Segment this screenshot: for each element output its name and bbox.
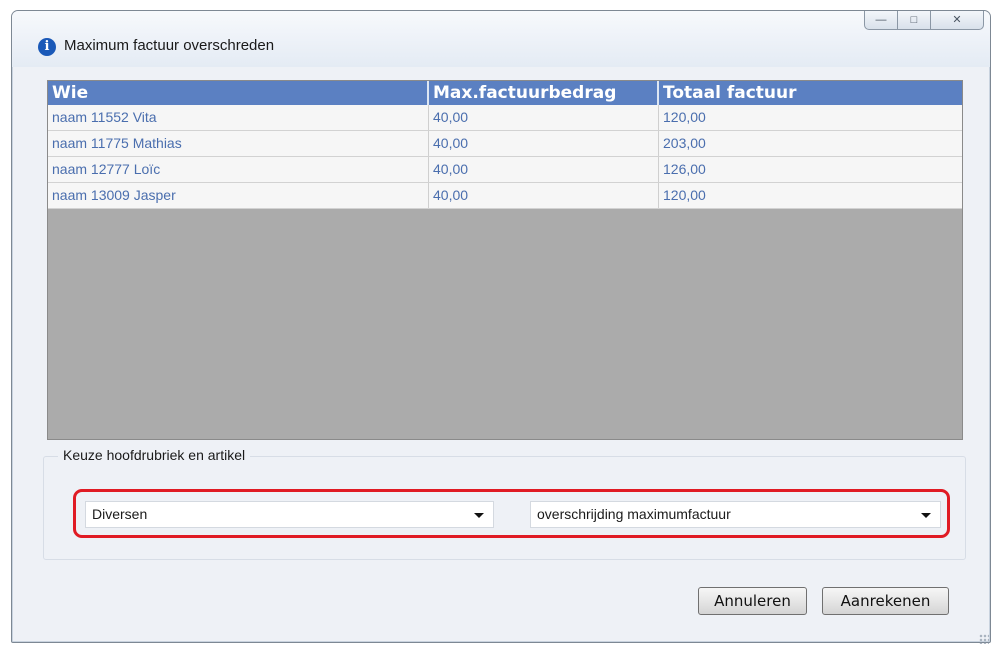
table-row[interactable]: naam 11552 Vita 40,00 120,00: [48, 105, 962, 131]
highlight-annotation: [73, 489, 950, 538]
minimize-button[interactable]: —: [864, 11, 898, 30]
info-icon: i: [38, 38, 56, 56]
cell-max-factuurbedrag: 40,00: [429, 157, 659, 182]
close-button[interactable]: ✕: [930, 11, 984, 30]
cancel-button[interactable]: Annuleren: [698, 587, 807, 615]
column-header-totaal-factuur[interactable]: Totaal factuur: [659, 81, 958, 105]
charge-button[interactable]: Aanrekenen: [822, 587, 949, 615]
invoice-grid: Wie Max.factuurbedrag Totaal factuur naa…: [47, 80, 963, 440]
cell-totaal-factuur: 203,00: [663, 135, 706, 151]
window-controls: — □ ✕: [864, 11, 984, 31]
cell-totaal-factuur: 126,00: [663, 161, 706, 177]
resize-grip-icon[interactable]: [979, 634, 989, 644]
cell-wie: naam 13009 Jasper: [48, 183, 429, 208]
groupbox-label: Keuze hoofdrubriek en artikel: [58, 447, 251, 463]
title-bar: i Maximum factuur overschreden — □ ✕: [12, 11, 990, 67]
grid-header: Wie Max.factuurbedrag Totaal factuur: [48, 81, 962, 105]
cell-max-factuurbedrag: 40,00: [429, 105, 659, 130]
column-header-wie[interactable]: Wie: [48, 81, 429, 105]
cell-max-factuurbedrag: 40,00: [429, 183, 659, 208]
table-row[interactable]: naam 12777 Loïc 40,00 126,00: [48, 157, 962, 183]
cell-totaal-factuur: 120,00: [663, 187, 706, 203]
cell-wie: naam 12777 Loïc: [48, 157, 429, 182]
cell-max-factuurbedrag: 40,00: [429, 131, 659, 156]
maximize-button[interactable]: □: [897, 11, 931, 30]
column-header-max-factuurbedrag[interactable]: Max.factuurbedrag: [429, 81, 659, 105]
cell-wie: naam 11775 Mathias: [48, 131, 429, 156]
window-title: Maximum factuur overschreden: [64, 37, 275, 54]
table-row[interactable]: naam 11775 Mathias 40,00 203,00: [48, 131, 962, 157]
cell-totaal-factuur: 120,00: [663, 109, 706, 125]
table-row[interactable]: naam 13009 Jasper 40,00 120,00: [48, 183, 962, 209]
cell-wie: naam 11552 Vita: [48, 105, 429, 130]
